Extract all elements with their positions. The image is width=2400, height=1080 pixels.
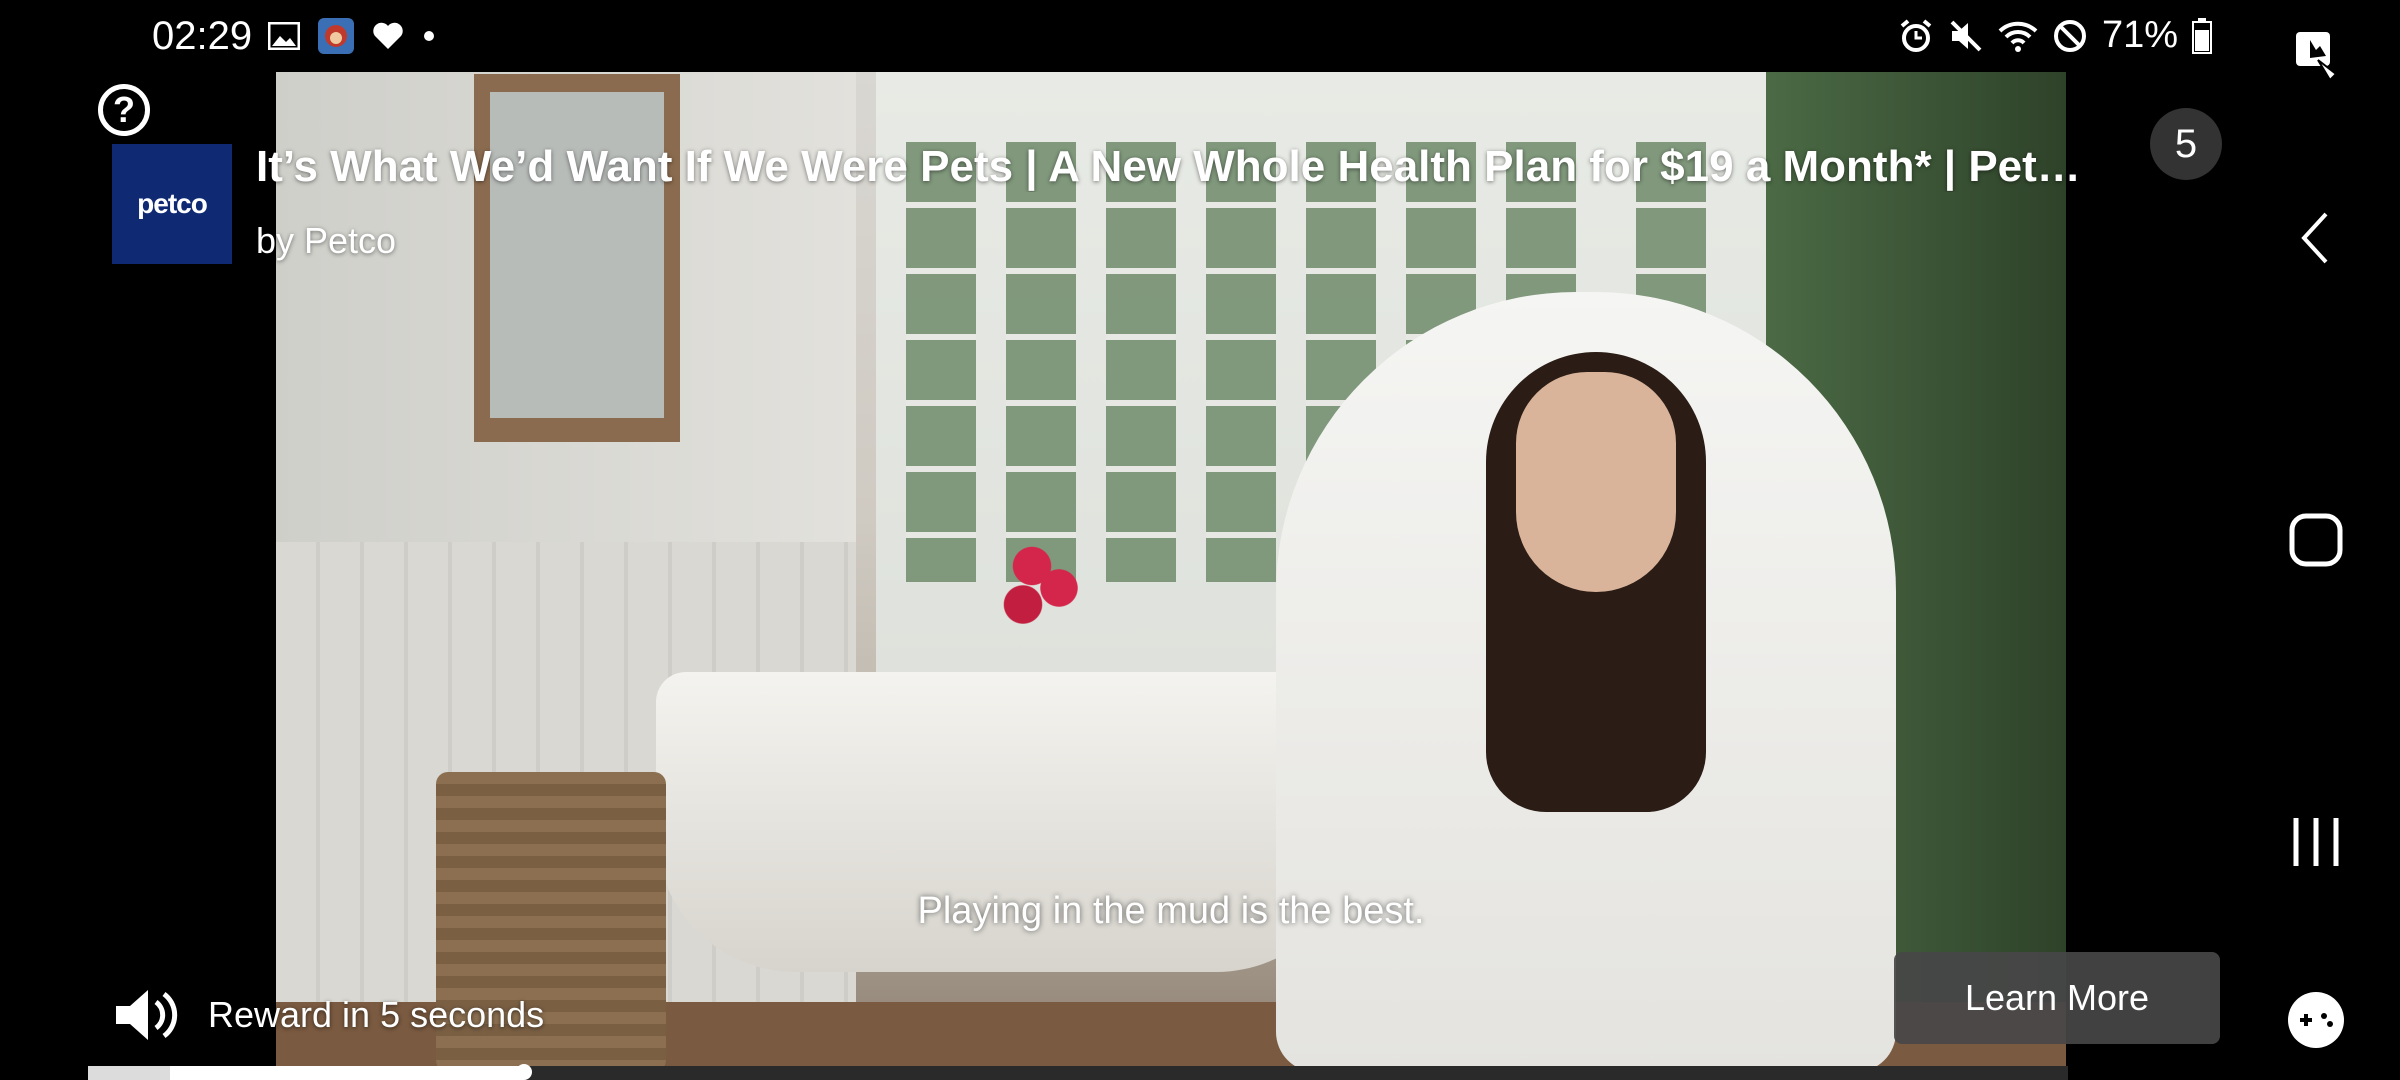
recents-button[interactable] xyxy=(2232,812,2400,872)
do-not-disturb-icon xyxy=(2053,19,2086,52)
video-subtitle: Playing in the mud is the best. xyxy=(917,890,1425,932)
ad-title[interactable]: It’s What We’d Want If We Were Pets | A … xyxy=(256,142,2136,192)
game-tools-icon xyxy=(2288,992,2344,1048)
heart-icon xyxy=(373,22,403,49)
alarm-icon xyxy=(1900,18,1932,52)
learn-more-button[interactable]: Learn More xyxy=(1894,952,2220,1044)
status-right: 71% xyxy=(1898,14,2212,57)
scene-picture-frame xyxy=(474,74,680,442)
screen-capture-button[interactable] xyxy=(2232,28,2400,88)
mute-icon xyxy=(1950,20,1982,51)
gallery-icon xyxy=(268,22,300,50)
scene-flowers xyxy=(996,522,1086,632)
help-icon[interactable]: ? xyxy=(98,84,150,136)
ad-video[interactable]: Playing in the mud is the best. xyxy=(276,72,2066,1068)
ad-advertiser: by Petco xyxy=(256,220,397,261)
battery-icon xyxy=(2192,17,2212,54)
wifi-icon xyxy=(1998,21,2038,52)
home-button[interactable] xyxy=(2232,510,2400,570)
status-time: 02:29 xyxy=(152,14,253,58)
battery-percent: 71% xyxy=(2101,14,2178,56)
reward-countdown-text: Reward in 5 seconds xyxy=(208,994,545,1035)
recents-icon xyxy=(2293,818,2339,866)
back-icon xyxy=(2301,212,2328,264)
dot-icon xyxy=(424,31,434,41)
status-bar: 02:29 71% xyxy=(0,0,2232,72)
scene-person-face xyxy=(1516,372,1676,592)
video-progress-handle[interactable] xyxy=(515,1064,532,1080)
game-tools-button[interactable] xyxy=(2232,990,2400,1050)
back-button[interactable] xyxy=(2232,208,2400,268)
volume-icon[interactable] xyxy=(114,986,180,1044)
video-progress-start xyxy=(88,1066,170,1080)
app-avatar-icon xyxy=(318,18,354,54)
brand-logo[interactable]: petco xyxy=(112,144,232,264)
video-progress-track[interactable] xyxy=(88,1066,2068,1080)
countdown-badge: 5 xyxy=(2150,108,2222,180)
status-left-icons xyxy=(268,18,436,54)
navigation-bar xyxy=(2232,0,2400,1080)
screen-capture-icon xyxy=(2296,32,2338,82)
home-icon xyxy=(2289,513,2343,567)
